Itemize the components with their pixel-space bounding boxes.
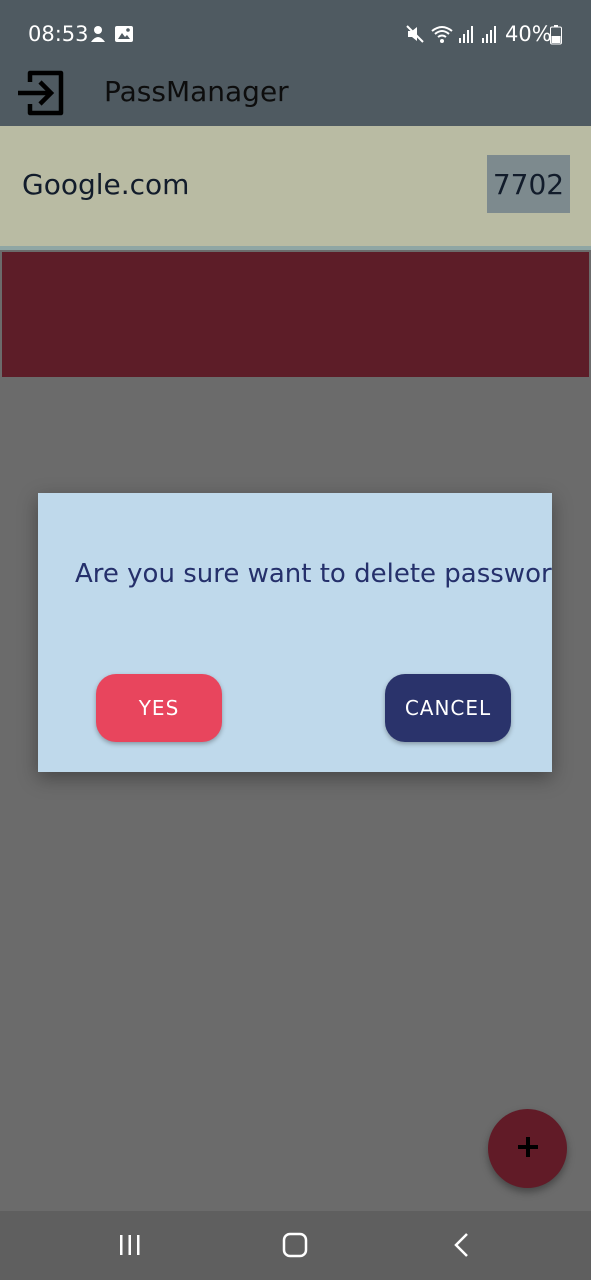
signal-icon: [458, 24, 476, 48]
signal-icon: [481, 24, 499, 48]
battery-icon: [550, 25, 562, 49]
divider: [0, 246, 591, 250]
back-icon[interactable]: [450, 1231, 474, 1263]
gallery-icon: [114, 24, 134, 48]
mute-icon: [405, 24, 425, 48]
status-bar: 08:53 40%: [0, 0, 591, 66]
site-name: Google.com: [22, 168, 190, 201]
status-time: 08:53: [28, 22, 89, 46]
confirm-delete-dialog: Are you sure want to delete password YES…: [38, 493, 552, 772]
pin-badge: 7702: [487, 155, 570, 213]
wifi-icon: [430, 24, 454, 48]
dialog-message: Are you sure want to delete password: [75, 559, 552, 589]
exit-icon: [16, 70, 66, 122]
exit-button[interactable]: [16, 68, 66, 118]
system-nav-bar: [0, 1211, 591, 1280]
cancel-button[interactable]: CANCEL: [385, 674, 511, 742]
home-icon[interactable]: [282, 1232, 308, 1262]
app-title: PassManager: [104, 75, 289, 108]
list-item[interactable]: Google.com 7702: [0, 126, 591, 246]
plus-icon: [516, 1135, 540, 1163]
notification-icon: [88, 24, 108, 48]
yes-button[interactable]: YES: [96, 674, 222, 742]
app-bar: PassManager: [0, 66, 591, 126]
delete-swipe-background: [2, 252, 589, 377]
battery-percent: 40%: [505, 22, 552, 46]
add-password-button[interactable]: [488, 1109, 567, 1188]
recent-apps-icon[interactable]: [118, 1233, 142, 1261]
